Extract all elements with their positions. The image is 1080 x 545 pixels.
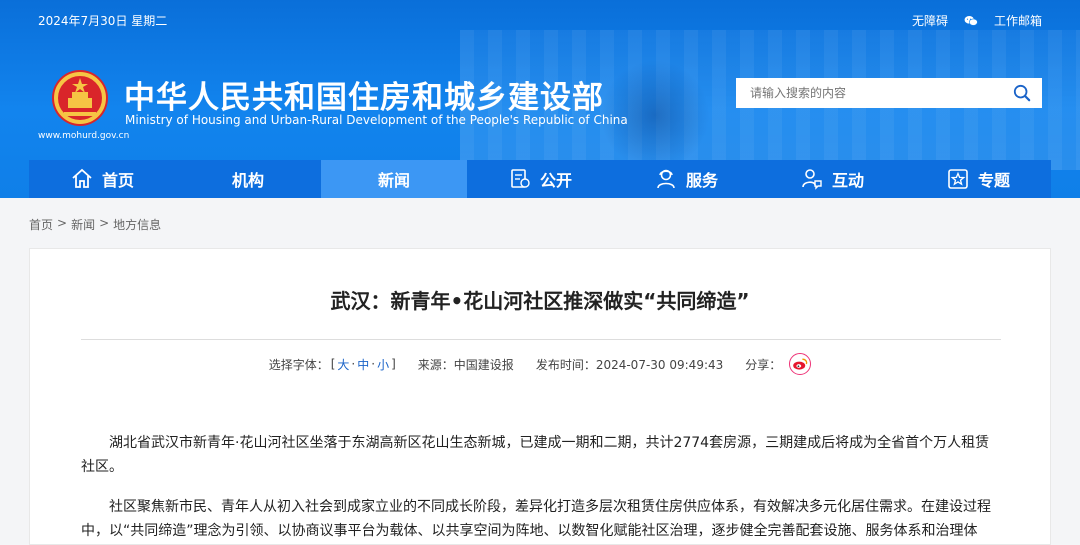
breadcrumb-separator: > — [99, 216, 110, 230]
search-icon — [1013, 84, 1031, 102]
nav-item-organization[interactable]: 机构 — [175, 160, 321, 198]
search-button[interactable] — [1002, 78, 1042, 108]
national-emblem-logo[interactable] — [50, 68, 110, 128]
user-service-icon — [657, 169, 675, 189]
nav-item-service[interactable]: 服务 — [613, 160, 759, 198]
nav-label: 专题 — [977, 171, 1010, 190]
star-icon — [948, 169, 968, 189]
breadcrumb-news[interactable]: 新闻 — [71, 216, 95, 233]
bracket-open: [ — [330, 357, 336, 371]
nav-label: 新闻 — [377, 171, 410, 190]
breadcrumb-separator: > — [57, 216, 68, 230]
font-separator: · — [351, 357, 356, 371]
share-label: 分享： — [745, 357, 782, 372]
site-url: www.mohurd.gov.cn — [38, 131, 130, 141]
weibo-share-button[interactable] — [789, 353, 812, 375]
font-medium-link[interactable]: 中 — [357, 356, 369, 373]
interaction-icon — [802, 169, 822, 190]
article-card: 武汉：新青年•花山河社区推深做实“共同缔造” 选择字体： [ 大 · 中 · 小… — [29, 248, 1051, 545]
accessibility-link[interactable]: 无障碍 — [912, 12, 948, 29]
nav-label: 机构 — [231, 171, 264, 190]
top-links: 无障碍 工作邮箱 — [912, 12, 1042, 29]
bracket-close: ] — [391, 357, 396, 371]
weibo-icon — [793, 358, 808, 370]
font-size-label: 选择字体： — [268, 357, 329, 372]
mailbox-link[interactable]: 工作邮箱 — [994, 12, 1042, 29]
article-meta: 选择字体： [ 大 · 中 · 小 ] 来源：中国建设报 发布时间：2024-0… — [30, 353, 1050, 375]
search-box — [736, 78, 1042, 108]
breadcrumb-home[interactable]: 首页 — [29, 216, 53, 233]
header-date: 2024年7月30日 星期二 — [38, 14, 168, 28]
article-paragraph: 社区聚焦新市民、青年人从初入社会到成家立业的不同成长阶段，差异化打造多层次租赁住… — [81, 499, 991, 539]
nav-item-public[interactable]: 公开 — [467, 160, 613, 198]
nav-item-topics[interactable]: 专题 — [905, 160, 1051, 198]
site-subtitle: Ministry of Housing and Urban-Rural Deve… — [125, 113, 628, 127]
share-area: 分享： — [745, 353, 812, 375]
nav-label: 服务 — [685, 171, 718, 190]
nav-label: 互动 — [831, 171, 864, 190]
nav-label: 公开 — [539, 171, 572, 190]
font-size-selector: 选择字体： [ 大 · 中 · 小 ] — [269, 356, 396, 373]
nav-item-news[interactable]: 新闻 — [321, 160, 467, 198]
font-separator: · — [371, 357, 376, 371]
site-title[interactable]: 中华人民共和国住房和城乡建设部 — [124, 72, 604, 117]
font-small-link[interactable]: 小 — [377, 356, 389, 373]
title-divider — [81, 339, 1001, 340]
nav-item-home[interactable]: 首页 — [29, 160, 175, 198]
breadcrumb: 首页 > 新闻 > 地方信息 — [29, 216, 161, 233]
home-icon — [72, 168, 92, 188]
main-nav: 首页 机构 新闻 公开 服务 互动 专题 — [29, 160, 1051, 198]
article-source: 来源：中国建设报 — [417, 357, 514, 372]
article-paragraph: 湖北省武汉市新青年·花山河社区坐落于东湖高新区花山生态新城，已建成一期和二期，共… — [81, 435, 990, 475]
site-header: 2024年7月30日 星期二 无障碍 工作邮箱 中华人民共和国住房和城乡建设部 … — [0, 0, 1080, 198]
font-large-link[interactable]: 大 — [337, 356, 349, 373]
document-icon — [511, 169, 530, 188]
nav-label: 首页 — [101, 171, 134, 190]
breadcrumb-local-info[interactable]: 地方信息 — [113, 216, 161, 233]
article-title: 武汉：新青年•花山河社区推深做实“共同缔造” — [330, 289, 750, 313]
article-published-time: 发布时间：2024-07-30 09:49:43 — [535, 357, 724, 372]
nav-item-interaction[interactable]: 互动 — [759, 160, 905, 198]
wechat-icon[interactable] — [964, 15, 978, 27]
search-input[interactable] — [736, 78, 1002, 108]
